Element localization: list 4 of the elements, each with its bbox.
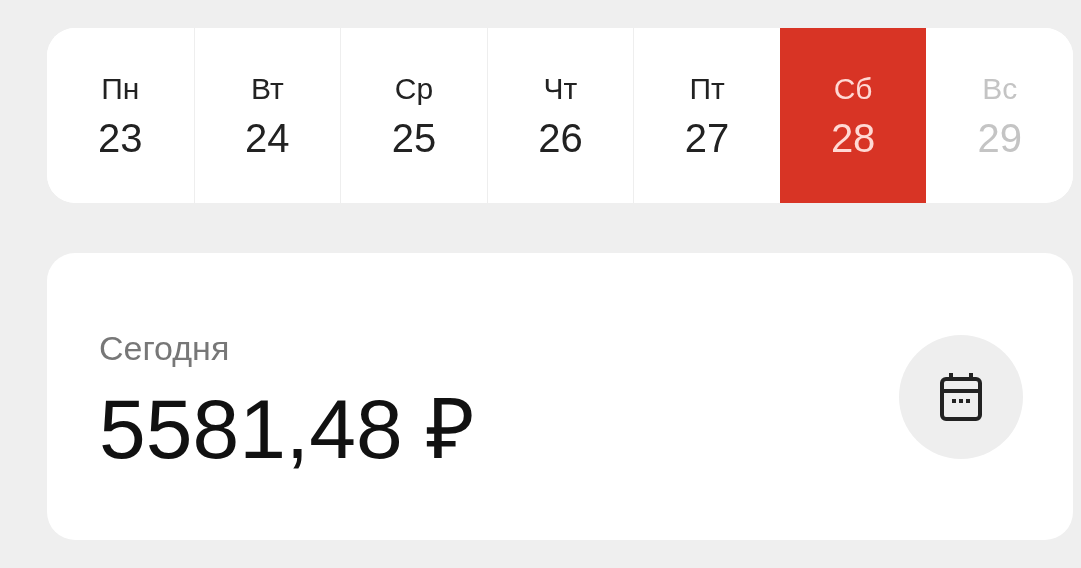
amount-text: 5581,48 ₽ — [99, 386, 475, 471]
calendar-icon — [939, 370, 983, 423]
day-tab[interactable]: Сб 28 — [779, 28, 927, 203]
period-label: Сегодня — [99, 330, 231, 365]
